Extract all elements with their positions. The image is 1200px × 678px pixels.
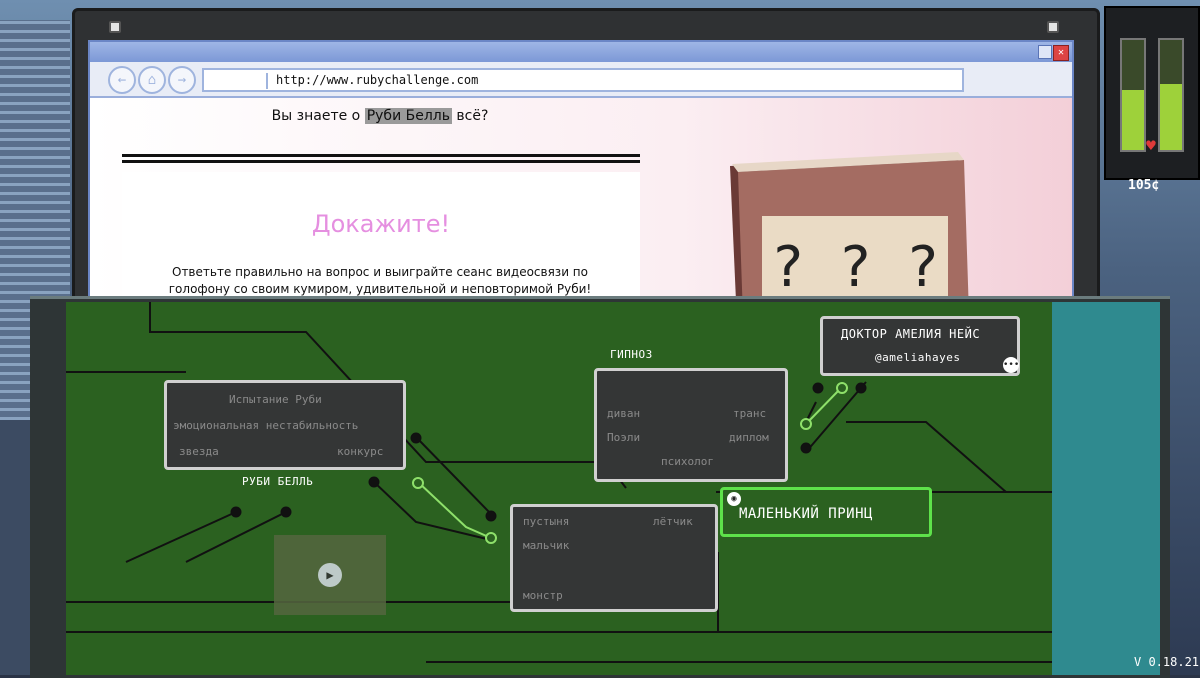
deduction-board: ДОКТОР АМЕЛИЯ НЕЙС @ameliahayes ••• Испы… [66, 302, 1052, 675]
ruby-node[interactable]: Испытание Руби эмоциональная нестабильно… [164, 380, 406, 470]
page-description: Ответьте правильно на вопрос и выиграйте… [168, 265, 592, 296]
gauge-left-fill [1122, 89, 1144, 150]
gauge-right-fill [1160, 84, 1182, 150]
page-question: Вы знаете о Руби Белль всё? [220, 108, 540, 124]
ruby-item[interactable]: конкурс [337, 445, 383, 458]
ruby-item[interactable]: эмоциональная нестабильность [173, 419, 358, 432]
screw-icon [109, 21, 121, 33]
hypnosis-item[interactable]: психолог [661, 455, 714, 468]
url-text: http://www.rubychallenge.com [276, 73, 479, 87]
chat-icon[interactable]: ••• [1003, 357, 1019, 373]
minimize-icon[interactable] [1038, 45, 1052, 59]
close-icon[interactable]: ✕ [1053, 45, 1069, 61]
prince-node[interactable]: пустыня лётчик мальчик монстр [510, 504, 718, 612]
back-icon[interactable]: ← [108, 66, 136, 94]
screw-icon [1047, 21, 1059, 33]
prince-item[interactable]: мальчик [523, 539, 569, 552]
hypnosis-item[interactable]: Поэли [607, 431, 640, 444]
forward-icon[interactable]: → [168, 66, 196, 94]
url-prefix-box [206, 72, 268, 89]
hypnosis-node-title: ГИПНОЗ [610, 348, 653, 361]
contact-card[interactable]: ДОКТОР АМЕЛИЯ НЕЙС @ameliahayes ••• [820, 316, 1020, 376]
answer-node[interactable]: ◉ МАЛЕНЬКИЙ ПРИНЦ [720, 487, 932, 537]
gauge-right [1158, 38, 1184, 152]
browser-window: ✕ ← ⌂ → http://www.rubychallenge.com Вы … [88, 40, 1074, 346]
question-suffix: всё? [451, 108, 489, 124]
hypnosis-item[interactable]: транс [733, 407, 766, 420]
gauge-left [1120, 38, 1146, 152]
play-icon[interactable]: ▶ [318, 563, 342, 587]
version-label: V 0.18.21 [1134, 655, 1200, 669]
browser-navbar: ← ⌂ → http://www.rubychallenge.com [90, 62, 1072, 98]
hypnosis-item[interactable]: диван [607, 407, 640, 420]
answer-title: МАЛЕНЬКИЙ ПРИНЦ [739, 506, 873, 522]
video-thumbnail[interactable]: ▶ [274, 535, 386, 615]
divider [122, 160, 640, 163]
credits-counter: 105¢ [1128, 178, 1160, 193]
contact-handle: @ameliahayes [875, 351, 961, 364]
question-prefix: Вы знаете о [271, 108, 365, 124]
ruby-item[interactable]: Испытание Руби [229, 393, 322, 406]
hud-panel: ♥ [1104, 6, 1200, 180]
contact-name: ДОКТОР АМЕЛИЯ НЕЙС [841, 327, 981, 341]
book-marks: ? ? ? [771, 235, 940, 300]
hypnosis-node[interactable]: диван транс Поэли диплом психолог [594, 368, 788, 482]
ruby-item[interactable]: звезда [179, 445, 219, 458]
page-headline: Докажите! [311, 210, 451, 238]
divider [122, 154, 640, 157]
board-side-panel [1052, 302, 1160, 675]
hypnosis-item[interactable]: диплом [729, 431, 769, 444]
ruby-node-title: РУБИ БЕЛЛЬ [242, 475, 314, 488]
web-page: Вы знаете о Руби Белль всё? Докажите! От… [90, 98, 1072, 346]
heart-icon: ♥ [1146, 136, 1156, 155]
question-highlight[interactable]: Руби Белль [364, 108, 452, 124]
prince-item[interactable]: монстр [523, 589, 563, 602]
browser-titlebar: ✕ [90, 42, 1072, 62]
eye-icon[interactable]: ◉ [727, 492, 741, 506]
prince-item[interactable]: лётчик [653, 515, 693, 528]
home-icon[interactable]: ⌂ [138, 66, 166, 94]
url-bar[interactable]: http://www.rubychallenge.com [202, 68, 964, 92]
prince-item[interactable]: пустыня [523, 515, 569, 528]
